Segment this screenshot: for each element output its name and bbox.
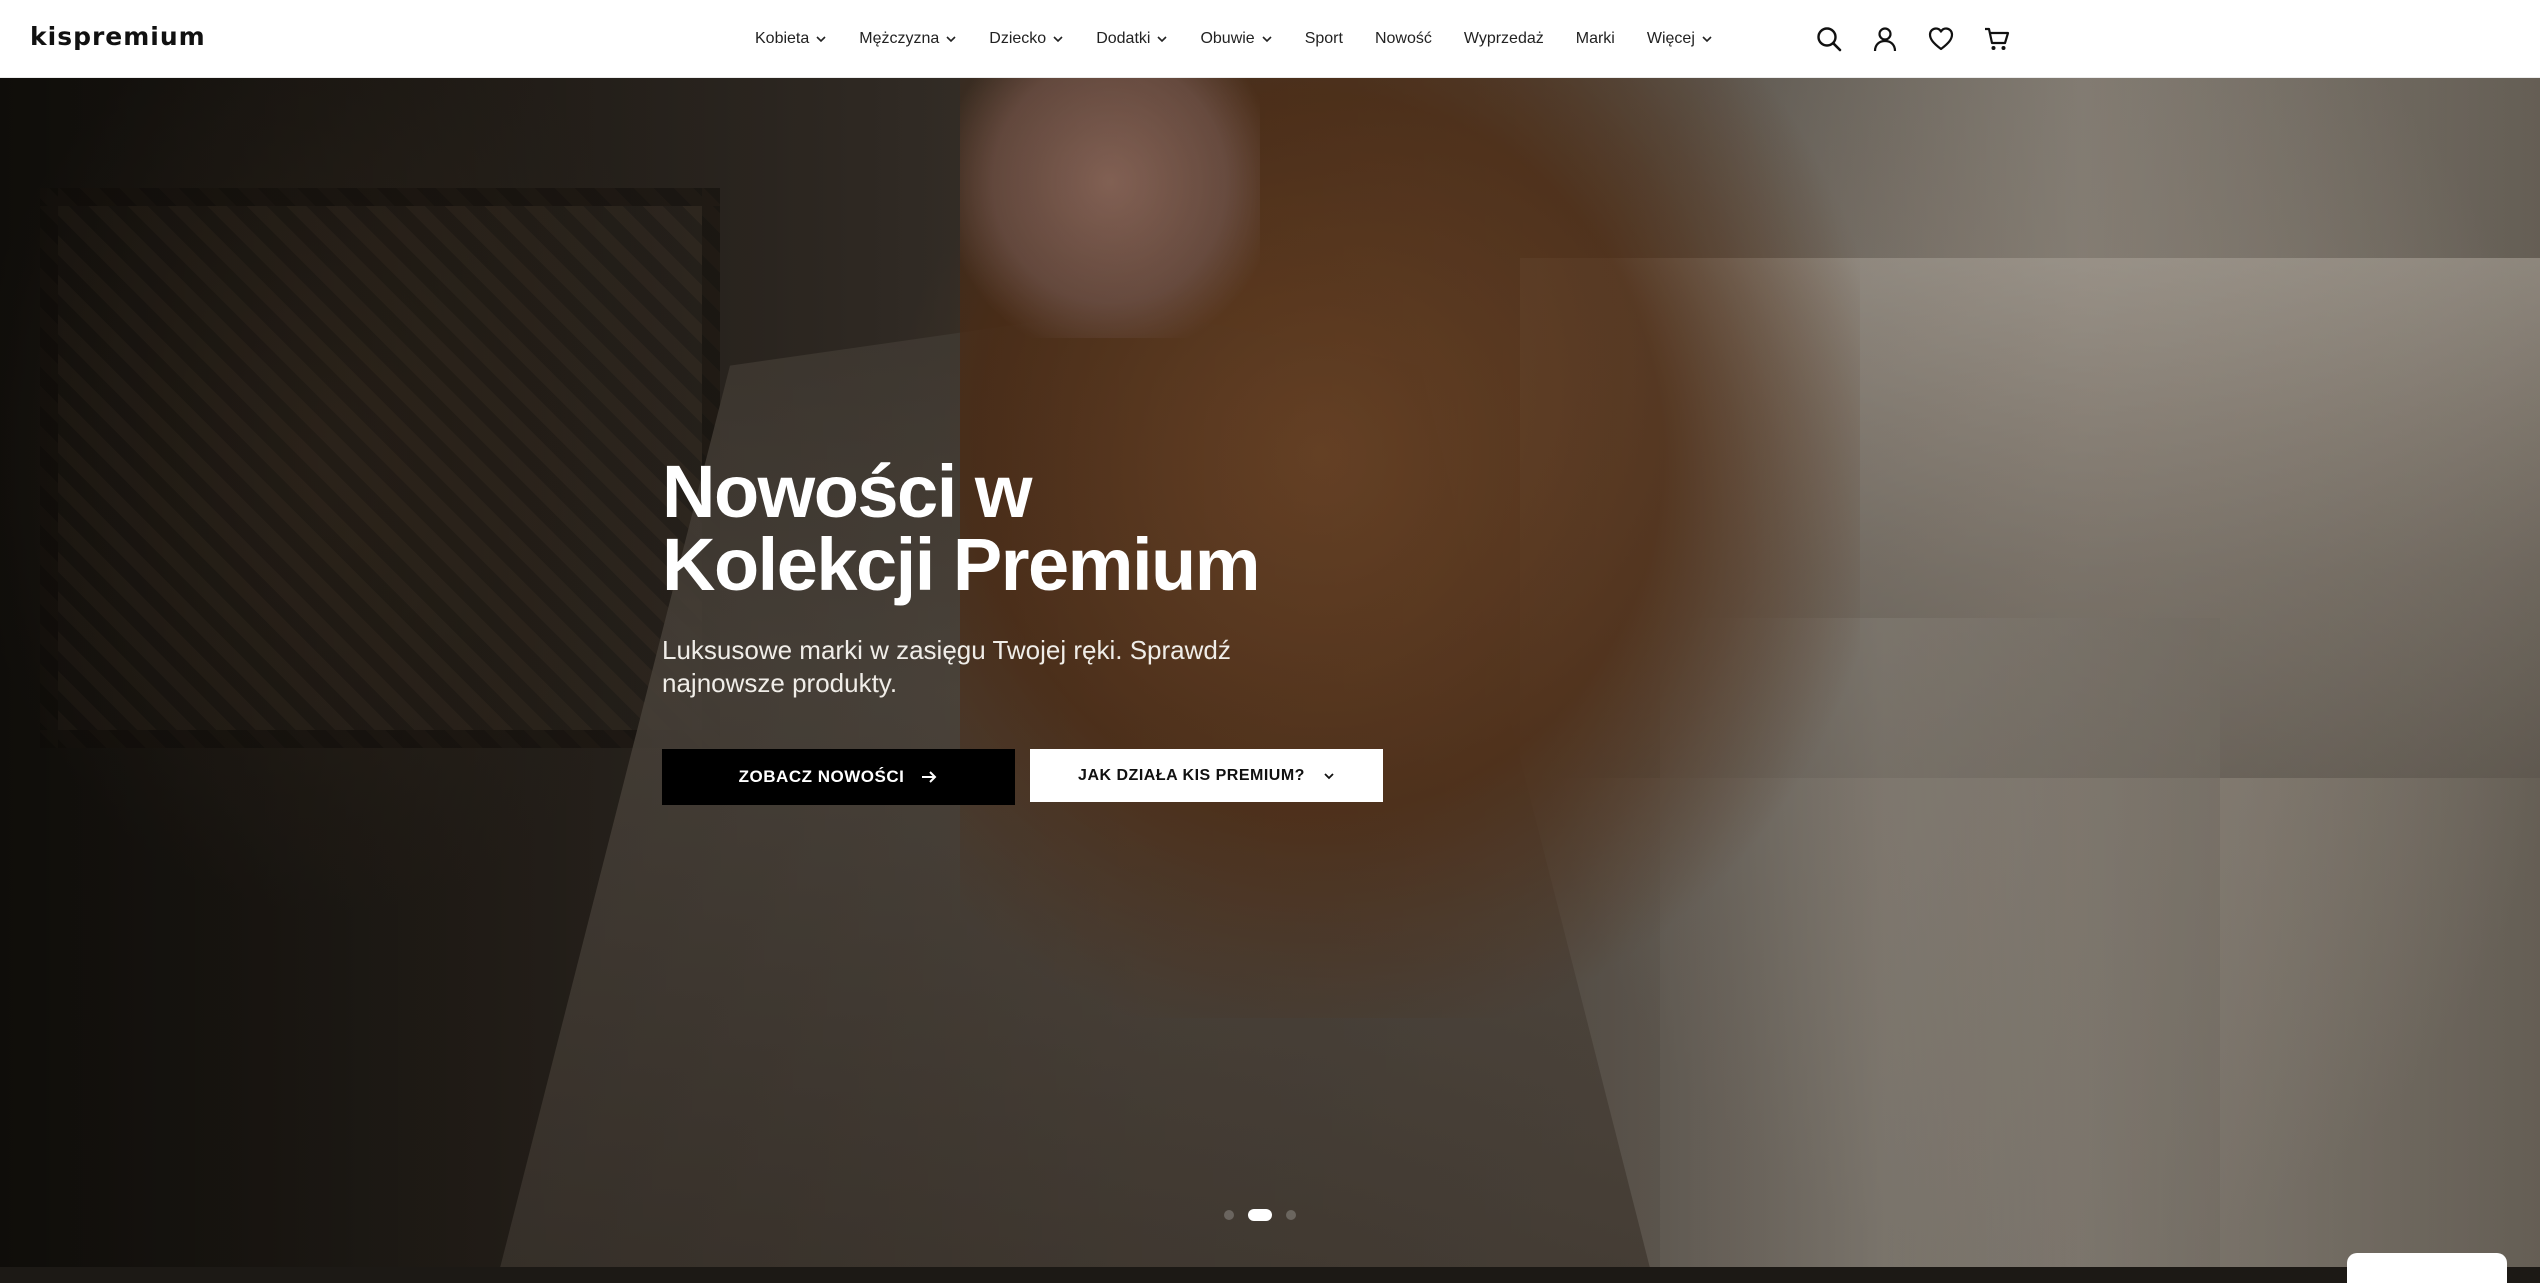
chevron-down-icon xyxy=(1156,33,1168,45)
wishlist-icon[interactable] xyxy=(1926,24,1956,54)
cart-icon[interactable] xyxy=(1982,24,2012,54)
nav-label: Nowość xyxy=(1374,30,1432,47)
stone-ledge-backdrop xyxy=(1520,258,2540,778)
nav-item-dodatki[interactable]: Dodatki xyxy=(1080,0,1184,78)
nav-item-marki[interactable]: Marki xyxy=(1560,0,1631,78)
arrow-right-icon xyxy=(920,768,938,786)
main-nav: Kobieta Mężczyzna Dziecko Dodatki Obuwie… xyxy=(755,0,1729,78)
nav-label: Dodatki xyxy=(1096,30,1151,47)
nav-label: Więcej xyxy=(1646,30,1695,47)
carousel-dots xyxy=(1224,1208,1296,1222)
model-face-shape xyxy=(960,78,1260,338)
nav-label: Dziecko xyxy=(989,30,1047,47)
carousel-dot-1[interactable] xyxy=(1224,1210,1234,1220)
nav-item-mezczyzna[interactable]: Mężczyzna xyxy=(843,0,973,78)
how-it-works-label: JAK DZIAŁA KIS PREMIUM? xyxy=(1078,766,1305,784)
site-header: kispremium Kobieta Mężczyzna Dziecko Dod… xyxy=(0,0,2540,78)
hero-subtitle: Luksusowe marki w zasięgu Twojej ręki. S… xyxy=(662,635,1231,698)
hero-title: Nowości w Kolekcji Premium xyxy=(662,455,1462,602)
header-actions xyxy=(1814,18,2012,60)
nav-item-wiecej[interactable]: Więcej xyxy=(1631,0,1729,78)
nav-label: Obuwie xyxy=(1200,30,1255,47)
chevron-down-icon xyxy=(815,33,827,45)
chevron-down-icon xyxy=(1323,770,1335,782)
nav-label: Kobieta xyxy=(755,30,810,47)
chevron-down-icon xyxy=(1261,33,1273,45)
nav-label: Sport xyxy=(1304,30,1343,47)
chevron-down-icon xyxy=(1701,33,1713,45)
nav-label: Marki xyxy=(1575,30,1615,47)
carousel-dot-2-active[interactable] xyxy=(1248,1209,1272,1221)
site-logo[interactable]: kispremium xyxy=(30,22,206,51)
nav-item-sport[interactable]: Sport xyxy=(1289,0,1359,78)
hero-title-line-2: Kolekcji Premium xyxy=(662,523,1261,606)
how-kis-premium-works-button[interactable]: JAK DZIAŁA KIS PREMIUM? xyxy=(1030,749,1383,802)
nav-label: Mężczyzna xyxy=(859,30,940,47)
chevron-down-icon xyxy=(1052,33,1064,45)
carousel-dot-3[interactable] xyxy=(1286,1210,1296,1220)
chevron-down-icon xyxy=(945,33,957,45)
hero-title-line-1: Nowości w xyxy=(662,450,1032,533)
see-new-arrivals-label: ZOBACZ NOWOŚCI xyxy=(738,767,905,786)
stone-pillar-backdrop xyxy=(1660,618,2220,1267)
nav-item-obuwie[interactable]: Obuwie xyxy=(1184,0,1288,78)
nav-item-wyprzedaz[interactable]: Wyprzedaż xyxy=(1448,0,1560,78)
chat-widget-tab[interactable] xyxy=(2347,1253,2507,1283)
see-new-arrivals-button[interactable]: ZOBACZ NOWOŚCI xyxy=(662,749,1015,805)
carved-panel-backdrop xyxy=(40,188,720,748)
nav-item-kobieta[interactable]: Kobieta xyxy=(755,0,843,78)
nav-item-dziecko[interactable]: Dziecko xyxy=(973,0,1080,78)
account-icon[interactable] xyxy=(1870,24,1900,54)
nav-label: Wyprzedaż xyxy=(1463,30,1544,47)
nav-item-nowosc[interactable]: Nowość xyxy=(1359,0,1448,78)
search-icon[interactable] xyxy=(1814,24,1844,54)
